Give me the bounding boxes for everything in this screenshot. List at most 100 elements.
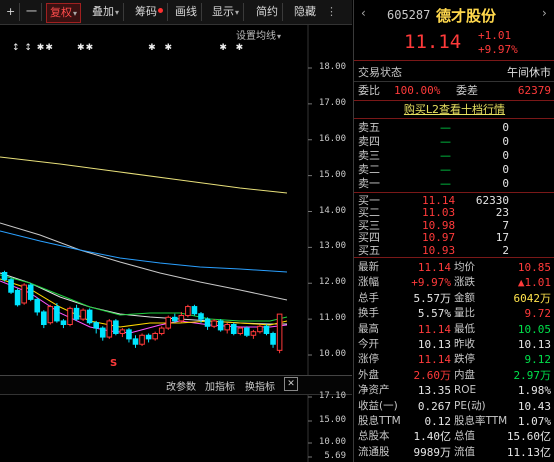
stat-label: 最低 [454, 322, 475, 335]
stat-value: 1.40亿 [413, 430, 452, 444]
ask-row[interactable]: 卖二 — 0 [354, 163, 554, 177]
bid-label: 买四 [358, 231, 380, 245]
candle-body [139, 334, 145, 345]
weicha-label: 委差 [456, 84, 478, 97]
stat-label: 总股本 [358, 430, 390, 443]
next-stock-icon[interactable]: › [542, 6, 547, 20]
candle-body [21, 284, 27, 304]
candle-body [27, 284, 34, 300]
stat-row: 流通股 9989万 流值 11.13亿 [354, 445, 554, 460]
weibi-value: 100.00% [394, 84, 441, 97]
simple-mode-button[interactable]: 简约 [252, 3, 283, 21]
ask-price: — [440, 163, 451, 176]
stat-label: 最高 [358, 322, 379, 335]
ask-label: 卖二 [358, 163, 380, 176]
change-params-button[interactable]: 改参数 [166, 378, 196, 393]
candle-body [244, 327, 250, 336]
overlay-button[interactable]: 叠加▾ [88, 3, 125, 21]
candle-body [1, 271, 8, 281]
ask-label: 卖三 [358, 149, 380, 162]
event-markers[interactable]: ↕ ↕ ✱✱ ✱✱ ✱ ✱ ✱ ✱ [12, 43, 244, 53]
candle-body [158, 327, 165, 334]
close-icon[interactable]: ✕ [284, 377, 298, 391]
stat-value: 15.60亿 [506, 430, 551, 444]
stat-label: PE(动) [454, 399, 486, 412]
stat-value: 1.07% [517, 415, 551, 428]
ask-price: — [440, 177, 451, 190]
bid-row[interactable]: 买二 11.03 23 [354, 206, 554, 219]
ask-row[interactable]: 卖五 — 0 [354, 121, 554, 135]
candle-body [211, 320, 217, 327]
bid-row[interactable]: 买一 11.14 62330 [354, 194, 554, 207]
bid-label: 买一 [358, 194, 380, 207]
weibi-row: 委比 100.00% 委差 62379 [354, 83, 554, 98]
stat-row: 净资产 13.35 ROE 1.98% [354, 383, 554, 398]
chips-label: 筹码 [135, 5, 157, 18]
stat-value: 9.72 [524, 307, 552, 321]
trade-status-row: 交易状态 午间休市 [354, 65, 554, 80]
candle-body [34, 298, 41, 313]
chips-button[interactable]: 筹码 [131, 3, 168, 21]
display-label: 显示 [212, 5, 234, 18]
stat-value: +9.97% [411, 276, 451, 290]
stat-value: 10.13 [517, 338, 551, 351]
price-tick-label: 15.00 [318, 169, 346, 180]
add-indicator-button[interactable]: 加指标 [205, 378, 235, 393]
candle-body [204, 318, 211, 327]
bid-row[interactable]: 买三 10.98 7 [354, 219, 554, 232]
candle-body [99, 327, 106, 338]
candle-body [237, 327, 244, 334]
bid-row[interactable]: 买四 10.97 17 [354, 231, 554, 244]
draw-line-button[interactable]: 画线 [171, 3, 202, 21]
stat-value: 11.13亿 [506, 445, 551, 459]
stat-label: 跌停 [454, 353, 475, 366]
ask-row[interactable]: 卖一 — 0 [354, 177, 554, 191]
ask-row[interactable]: 卖三 — 0 [354, 149, 554, 163]
hide-button[interactable]: 隐藏 [291, 3, 319, 21]
more-icon[interactable]: ⋮ [326, 3, 337, 21]
ask-label: 卖四 [358, 135, 380, 148]
bid-label: 买五 [358, 243, 380, 257]
chevron-down-icon: ▾ [73, 9, 78, 18]
candle-body [60, 320, 67, 326]
indicator-bar: 改参数 加指标 换指标 ✕ [0, 375, 352, 395]
indicator-tick-label: 5.69 [324, 451, 346, 461]
zoom-in-button[interactable]: + [2, 3, 21, 21]
kline-chart-svg[interactable] [0, 25, 352, 462]
stat-label: 收益(一) [358, 399, 398, 412]
candle-body [270, 332, 276, 345]
stat-row: 总股本 1.40亿 总值 15.60亿 [354, 429, 554, 444]
price-tick-label: 17.00 [318, 97, 346, 108]
signal-marker: S [110, 358, 118, 369]
fuquan-button[interactable]: 复权▾ [46, 3, 82, 23]
indicator-tick-label: 17.10 [318, 391, 346, 401]
stat-label: 股息TTM [358, 415, 401, 427]
stat-label: 均价 [454, 261, 475, 273]
stat-value: 13.35 [417, 384, 451, 398]
bid-label: 买二 [358, 206, 380, 220]
bid-row[interactable]: 买五 10.93 2 [354, 244, 554, 257]
ask-price: — [440, 135, 451, 148]
candle-body [165, 316, 172, 329]
stat-row: 外盘 2.60万 内盘 2.97万 [354, 368, 554, 383]
kline-chart[interactable]: 设置均线▾ ↕ ↕ ✱✱ ✱✱ ✱ ✱ ✱ ✱ 18.00 17.00 16.00 1… [0, 25, 352, 462]
notification-dot-icon [158, 8, 163, 13]
ask-row[interactable]: 卖四 — 0 [354, 135, 554, 149]
stat-value: 10.85 [517, 261, 551, 274]
ask-label: 卖五 [358, 121, 380, 134]
stat-row: 股息TTM 0.12 股息率TTM 1.07% [354, 414, 554, 429]
candle-body [126, 329, 132, 340]
ask-volume: 0 [502, 135, 509, 148]
price-change: +1.01 [478, 29, 512, 42]
stat-value: 9989万 [413, 445, 452, 459]
ma-settings-button[interactable]: 设置均线▾ [236, 27, 281, 42]
candle-body [86, 309, 93, 324]
buy-l2-link[interactable]: 购买L2查看十档行情 [404, 103, 505, 116]
price-change-pct: +9.97% [478, 43, 518, 56]
zoom-out-button[interactable]: 一 [22, 3, 42, 21]
switch-indicator-button[interactable]: 换指标 [245, 378, 275, 393]
stat-value: 11.14 [417, 261, 451, 274]
display-button[interactable]: 显示▾ [208, 3, 245, 21]
indicator-tick-label: 15.00 [318, 415, 346, 425]
prev-stock-icon[interactable]: ‹ [361, 6, 366, 20]
